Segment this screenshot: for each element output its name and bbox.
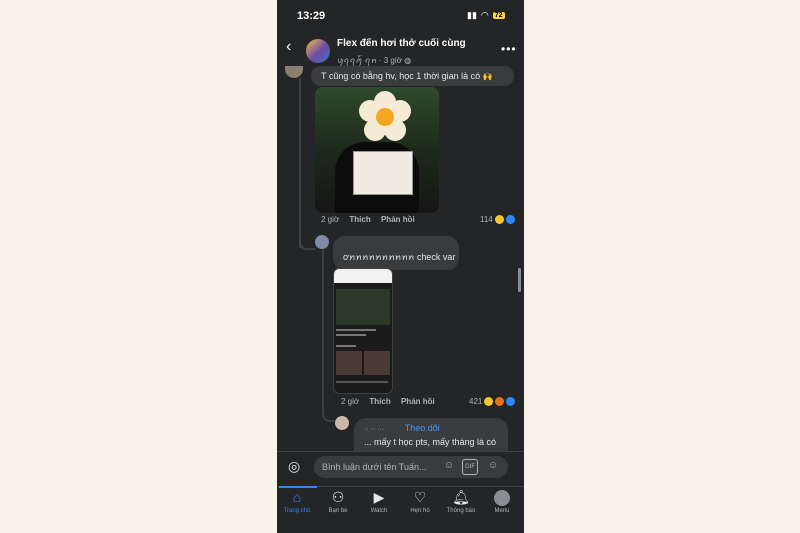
flower-sticker-icon (359, 91, 411, 143)
diploma-image (353, 151, 413, 195)
nav-home[interactable]: ⌂ Trang chủ (277, 488, 317, 514)
reply-reply-button[interactable]: Phản hồi (401, 397, 435, 406)
scrollbar[interactable] (518, 268, 521, 292)
phone-screen: 13:29 ▮▮ ◠ 72 ‹ Flex đến hơi thở cuối cù… (277, 0, 524, 533)
reaction-number: 114 (480, 215, 493, 224)
post-meta: ꪗꪖꪖꪑ꫁ ꪖꪀ · 3 giờ (337, 56, 402, 65)
reaction-count[interactable]: 114 (480, 215, 515, 224)
menu-avatar-icon (482, 488, 522, 507)
sticker-icon[interactable]: ☺ (442, 459, 456, 473)
thread-line (299, 78, 301, 248)
reply-actions: 2 giờ Thích Phản hồi (341, 397, 435, 406)
nav-friends[interactable]: ⚇ Bạn bè (318, 488, 358, 514)
commenter-name: ·· ·· ··· (364, 426, 385, 433)
comment-time: 2 giờ (321, 215, 340, 224)
comment-avatar[interactable] (285, 66, 303, 78)
post-avatar[interactable] (306, 39, 330, 63)
heart-icon: ♡ (413, 489, 427, 505)
nav-label: Trang chủ (283, 508, 311, 514)
nested-reply-avatar[interactable] (335, 416, 349, 430)
nav-notifications[interactable]: 🔔︎ Thông báo (441, 488, 481, 514)
reply-screenshot-image[interactable] (333, 268, 393, 394)
reply-connector (322, 412, 334, 422)
thread-line (322, 250, 324, 415)
reply-reaction-number: 421 (469, 397, 483, 406)
gif-icon[interactable]: GIF (462, 459, 478, 475)
reply-button[interactable]: Phản hồi (381, 215, 415, 224)
home-icon: ⌂ (292, 489, 302, 505)
nav-label: Thông báo (446, 508, 476, 514)
like-button[interactable]: Thích (349, 215, 370, 224)
nav-label: Bạn bè (328, 508, 348, 514)
haha-emoji-icon (494, 215, 504, 224)
more-options-icon[interactable]: ••• (501, 42, 517, 56)
reply-text: ơꪀꪀꪀꪀꪀꪀꪀꪀꪀꪀ check var (343, 252, 456, 262)
emoji-icon[interactable]: ☺ (486, 459, 500, 473)
comment-input[interactable]: Bình luận dưới tên Tuấn... (314, 456, 508, 478)
reply-connector (299, 240, 315, 250)
status-time: 13:29 (297, 10, 326, 22)
reply-like-button[interactable]: Thích (369, 397, 390, 406)
haha-emoji-icon (484, 397, 494, 406)
watch-icon: ▶ (373, 489, 385, 505)
page-title: Flex đến hơi thở cuối cùng (337, 38, 466, 49)
camera-icon[interactable]: ◎ (288, 458, 300, 475)
wifi-icon: ◠ (480, 10, 489, 20)
nav-label: Hẹn hò (410, 508, 430, 514)
bell-icon: 🔔︎ (452, 489, 470, 505)
comment-bubble[interactable]: T cũng có bằng hv, học 1 thời gian là có… (311, 66, 514, 86)
nav-dating[interactable]: ♡ Hẹn hò (400, 488, 440, 514)
status-icons: ▮▮ ◠ 72 (467, 10, 505, 21)
like-emoji-icon (505, 215, 515, 224)
battery-level: 72 (492, 12, 505, 19)
comment-photo[interactable] (315, 87, 439, 213)
comment-actions: 2 giờ Thích Phản hồi (321, 215, 415, 224)
reply-avatar[interactable] (315, 235, 329, 249)
reply-time: 2 giờ (341, 397, 360, 406)
follow-button[interactable]: Theo dõi (405, 423, 440, 433)
nested-reply-text: ... mấy t học pts, mấy tháng là có (364, 437, 497, 447)
signal-icon: ▮▮ (467, 10, 477, 20)
reply-bubble[interactable]: ơꪀꪀꪀꪀꪀꪀꪀꪀꪀꪀ check var (333, 236, 459, 270)
globe-icon: ◍ (404, 56, 412, 65)
comment-text: T cũng có bằng hv, học 1 thời gian là có (321, 71, 481, 81)
back-arrow-icon[interactable]: ‹ (286, 38, 291, 56)
reply-reaction-count[interactable]: 421 (469, 397, 516, 406)
nav-label: Watch (370, 508, 388, 514)
raise-hands-emoji-icon: 🙌 (482, 72, 493, 81)
nav-menu[interactable]: Menu (482, 488, 522, 514)
like-emoji-icon (506, 397, 516, 406)
friends-icon: ⚇ (331, 489, 345, 505)
nav-label: Menu (494, 508, 510, 514)
wow-emoji-icon (495, 397, 505, 406)
nav-watch[interactable]: ▶ Watch (359, 488, 399, 514)
